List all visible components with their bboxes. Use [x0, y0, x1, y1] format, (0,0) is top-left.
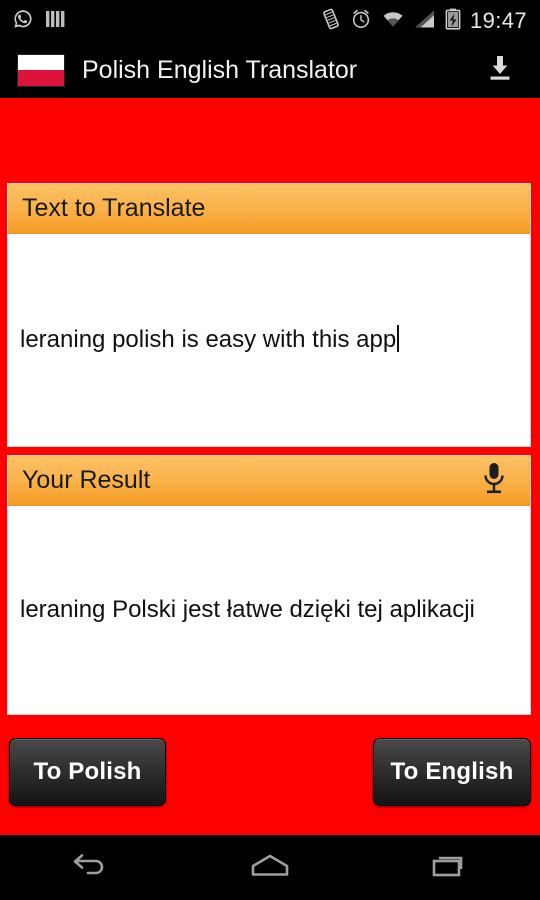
app-root: 19:47 Polish English Translator Text to … [0, 0, 540, 900]
status-bar-right: 19:47 [321, 8, 540, 35]
status-bar-left [0, 8, 65, 35]
nav-recents-button[interactable] [402, 835, 498, 900]
app-title: Polish English Translator [82, 55, 358, 84]
nav-back-button[interactable] [42, 835, 138, 900]
android-nav-bar [0, 835, 540, 900]
text-to-translate-title: Text to Translate [22, 194, 206, 222]
to-english-button[interactable]: To English [373, 738, 531, 806]
back-icon [67, 848, 113, 887]
whatsapp-icon [12, 8, 34, 35]
your-result-value: leraning Polski jest łatwe dzięki tej ap… [20, 596, 475, 623]
content-area: Text to Translate leraning polish is eas… [0, 98, 540, 835]
your-result-title: Your Result [22, 466, 151, 494]
cell-signal-icon [414, 9, 436, 34]
polish-flag-icon [17, 53, 65, 87]
flag-stripe-red [18, 70, 64, 86]
your-result-panel: Your Result leraning Polski jest łatwe d… [7, 455, 531, 715]
battery-charging-icon [445, 8, 461, 35]
text-to-translate-input[interactable]: leraning polish is easy with this app [8, 234, 530, 446]
home-icon [246, 848, 294, 887]
bars-icon [45, 8, 65, 35]
status-bar: 19:47 [0, 0, 540, 42]
vibrate-icon [321, 8, 341, 35]
text-cursor [397, 325, 400, 352]
to-polish-button[interactable]: To Polish [9, 738, 166, 806]
wifi-icon [381, 9, 405, 34]
your-result-output: leraning Polski jest łatwe dzięki tej ap… [8, 506, 530, 714]
translate-buttons-row: To Polish To English [0, 738, 540, 810]
your-result-header: Your Result [8, 456, 530, 506]
speak-result-button[interactable] [475, 461, 513, 501]
recents-icon [427, 848, 473, 887]
nav-home-button[interactable] [222, 835, 318, 900]
download-icon [483, 51, 517, 90]
text-to-translate-header: Text to Translate [8, 184, 530, 234]
status-bar-clock: 19:47 [469, 8, 527, 33]
download-button[interactable] [478, 48, 522, 92]
microphone-icon [479, 461, 509, 500]
text-to-translate-panel: Text to Translate leraning polish is eas… [7, 183, 531, 447]
text-to-translate-value: leraning polish is easy with this app [20, 326, 397, 353]
alarm-clock-icon [350, 8, 372, 35]
action-bar: Polish English Translator [0, 42, 540, 98]
flag-stripe-white [18, 54, 64, 70]
